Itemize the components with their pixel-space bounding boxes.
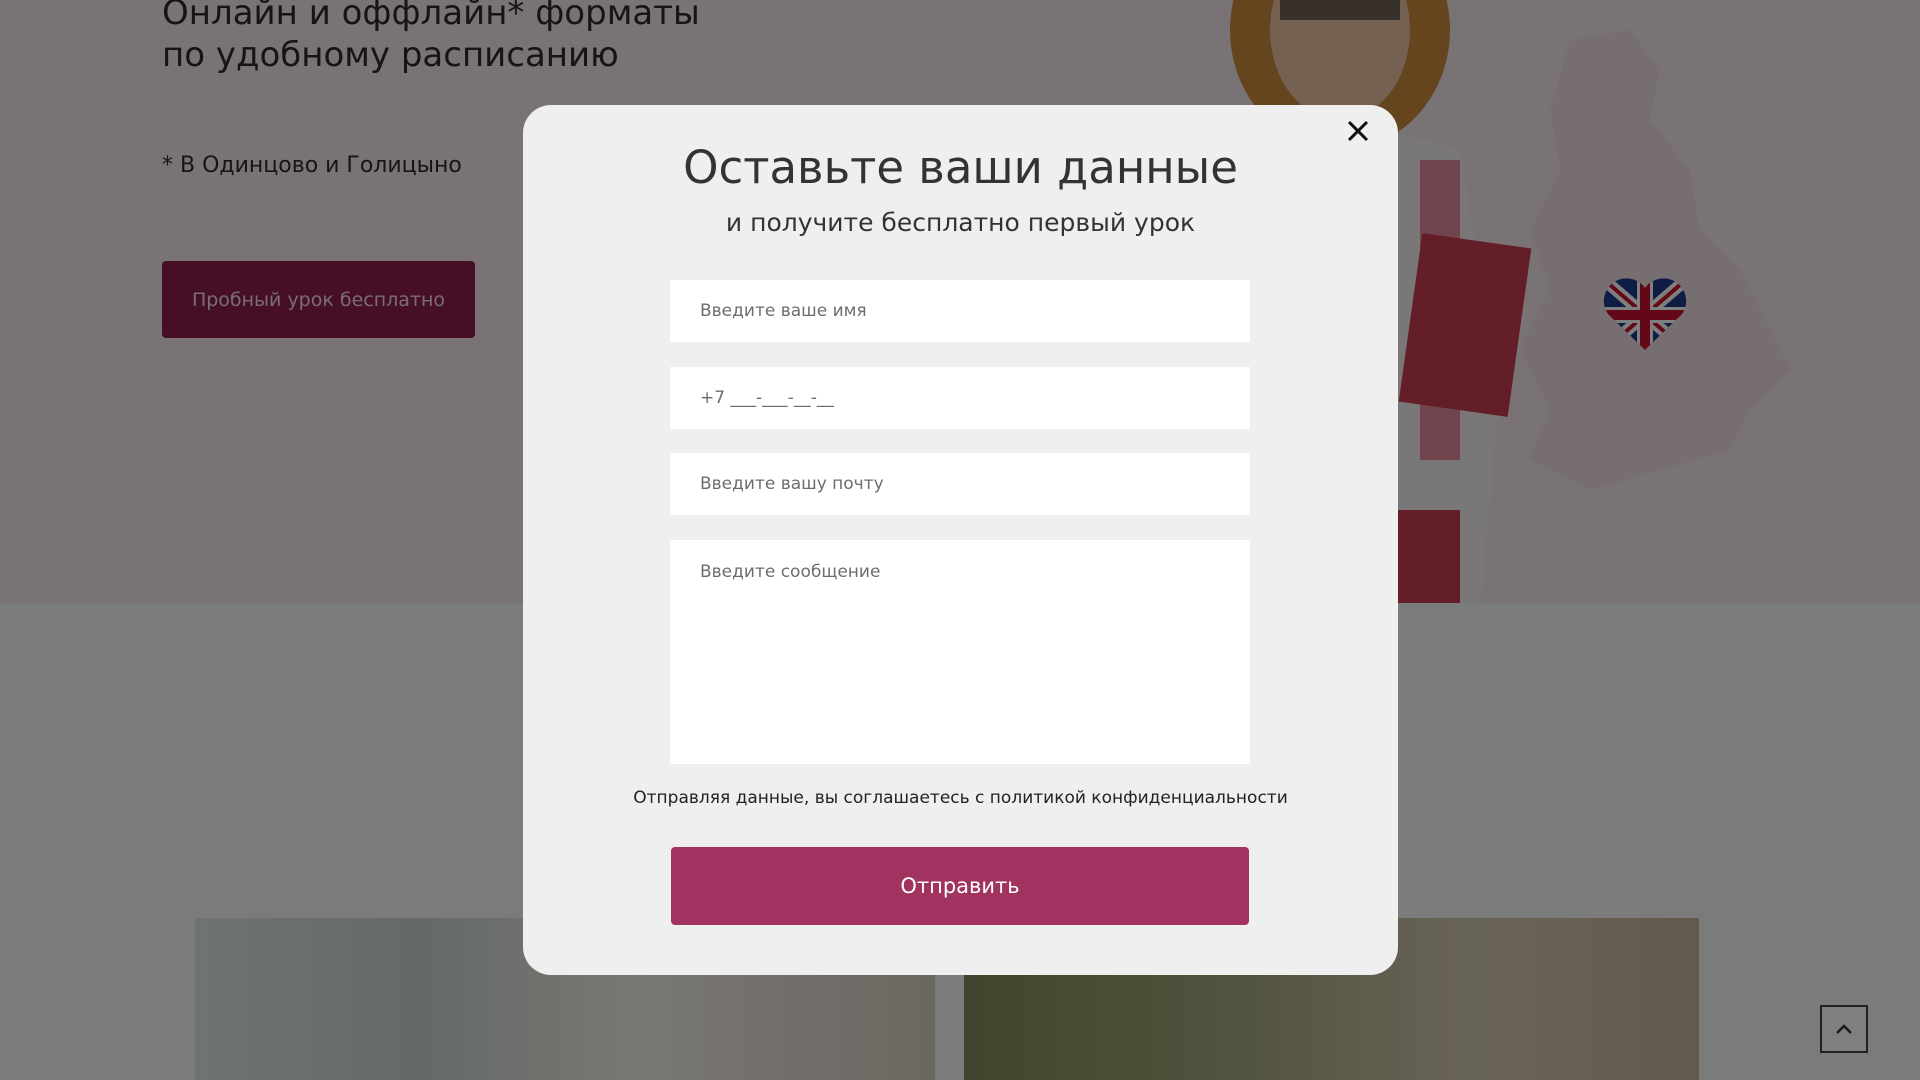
- privacy-consent-text: Отправляя данные, вы соглашаетесь с поли…: [633, 788, 1288, 808]
- modal-title: Оставьте ваши данные: [683, 141, 1238, 194]
- message-field[interactable]: [670, 540, 1250, 764]
- name-field[interactable]: [670, 280, 1250, 342]
- close-icon: [1347, 120, 1369, 142]
- phone-field[interactable]: [670, 367, 1250, 429]
- submit-button[interactable]: Отправить: [671, 847, 1249, 925]
- lead-form-modal: Оставьте ваши данные и получите бесплатн…: [523, 105, 1398, 975]
- modal-subtitle: и получите бесплатно первый урок: [725, 208, 1196, 237]
- email-field[interactable]: [670, 453, 1250, 515]
